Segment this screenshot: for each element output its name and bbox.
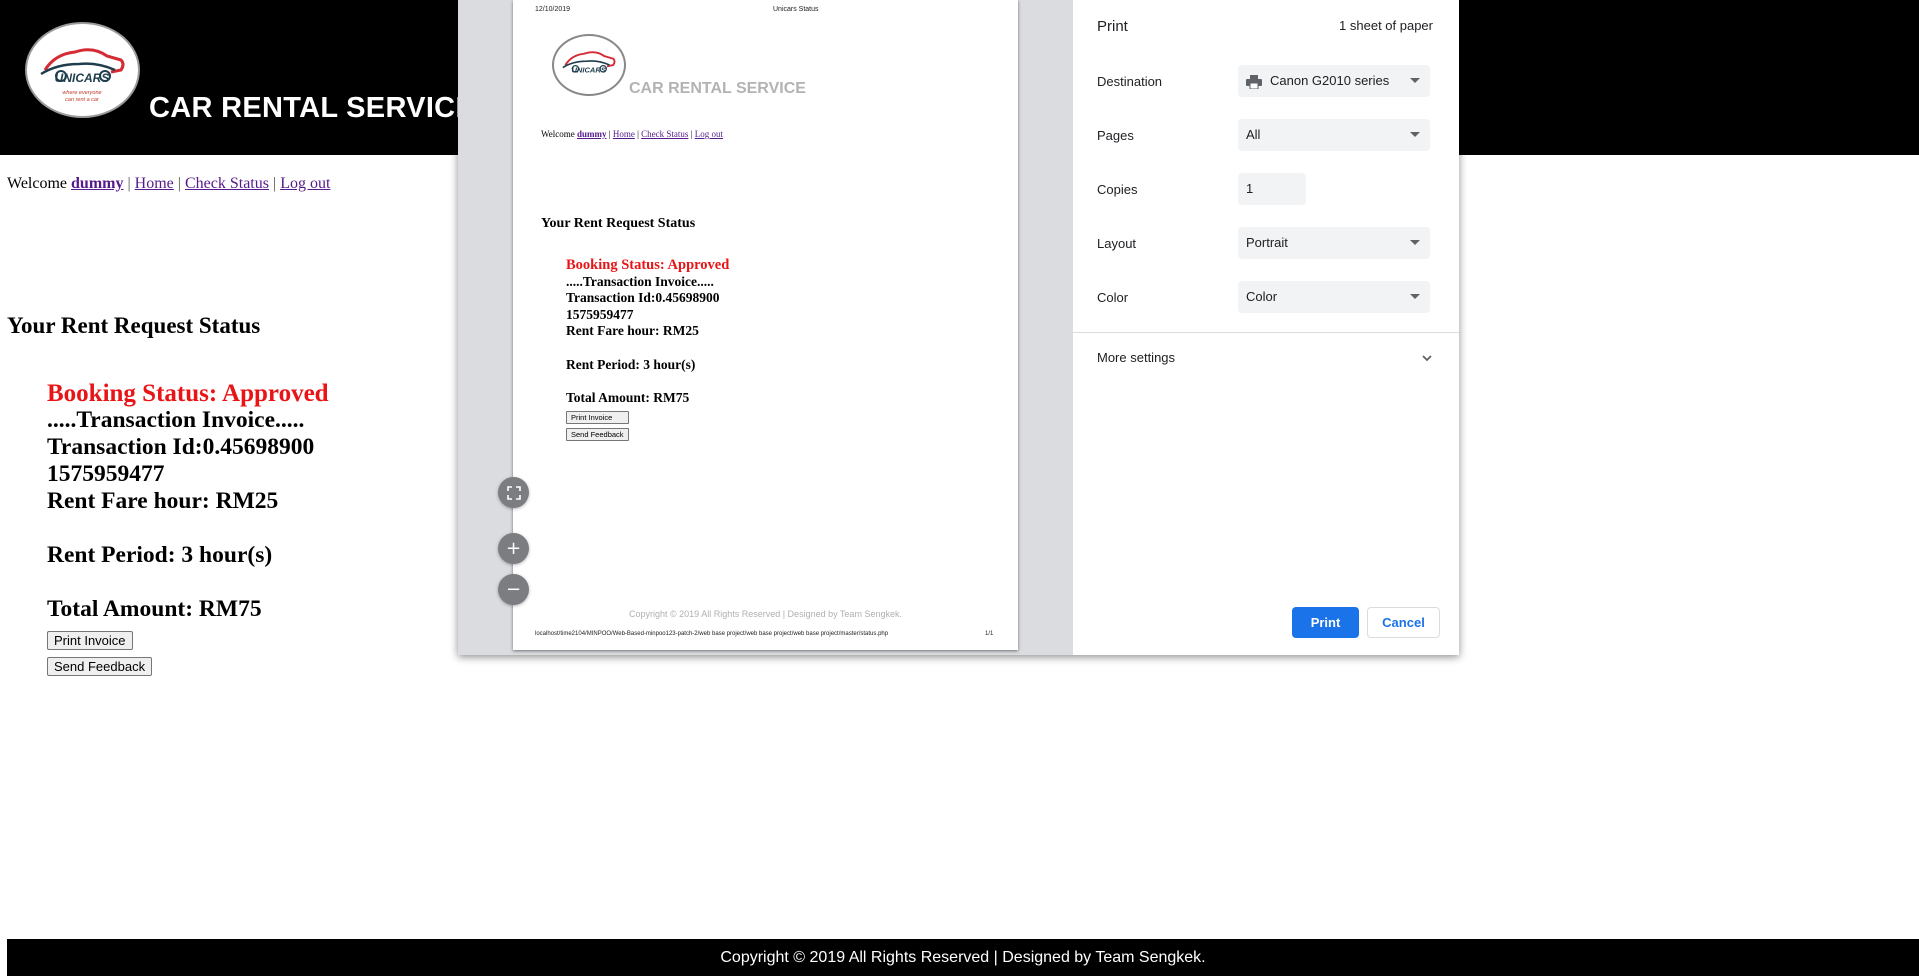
print-dialog: 12/10/2019 Unicars Status UNICARS CAR RE… xyxy=(458,0,1459,655)
invoice-actions: Print Invoice Send Feedback xyxy=(47,631,153,683)
chevron-down-icon xyxy=(1410,240,1420,245)
destination-label: Destination xyxy=(1097,74,1163,89)
print-button[interactable]: Print xyxy=(1292,607,1359,638)
nav-separator: | xyxy=(272,175,277,192)
print-invoice-button[interactable]: Print Invoice xyxy=(47,631,133,650)
color-value: Color xyxy=(1246,289,1278,304)
destination-value: Canon G2010 series xyxy=(1270,73,1390,88)
preview-invoice-title: .....Transaction Invoice..... xyxy=(566,273,714,289)
print-preview-area: 12/10/2019 Unicars Status UNICARS CAR RE… xyxy=(458,0,1073,655)
preview-rent-period: Rent Period: 3 hour(s) xyxy=(566,356,696,372)
preview-sep: | xyxy=(690,129,693,139)
preview-nav: Welcome dummy | Home | Check Status | Lo… xyxy=(541,129,723,139)
preview-heading: Your Rent Request Status xyxy=(541,216,696,231)
svg-text:UNICARS: UNICARS xyxy=(55,71,110,85)
preview-logout-link: Log out xyxy=(694,129,723,139)
preview-check-status-link: Check Status xyxy=(641,129,689,139)
preview-page: 12/10/2019 Unicars Status UNICARS CAR RE… xyxy=(513,0,1018,650)
rent-period: Rent Period: 3 hour(s) xyxy=(47,542,273,568)
copies-value: 1 xyxy=(1246,181,1254,196)
preview-send-feedback-button: Send Feedback xyxy=(566,428,629,441)
layout-label: Layout xyxy=(1097,236,1137,251)
preview-total-amount: Total Amount: RM75 xyxy=(566,390,690,405)
divider xyxy=(1073,332,1459,333)
pages-label: Pages xyxy=(1097,128,1134,143)
unicars-logo: UNICARS where everyone can rent a car xyxy=(25,22,140,118)
printer-icon xyxy=(1246,74,1262,89)
preview-transaction-id: Transaction Id:0.45698900 xyxy=(566,290,720,305)
preview-page-number: 1/1 xyxy=(985,631,994,637)
rent-fare: Rent Fare hour: RM25 xyxy=(47,488,279,514)
preview-print-invoice-button: Print Invoice xyxy=(566,411,629,424)
svg-text:UNICARS: UNICARS xyxy=(571,66,605,75)
nav-bar: Welcome dummy | Home | Check Status | Lo… xyxy=(7,175,330,193)
svg-text:where everyone: where everyone xyxy=(62,90,101,96)
color-label: Color xyxy=(1097,290,1129,305)
chevron-down-icon xyxy=(1410,78,1420,83)
send-feedback-button[interactable]: Send Feedback xyxy=(47,657,153,676)
layout-select[interactable]: Portrait xyxy=(1238,227,1430,259)
preview-footer: Copyright © 2019 All Rights Reserved | D… xyxy=(629,609,902,619)
cancel-button[interactable]: Cancel xyxy=(1367,607,1440,638)
preview-sep: | xyxy=(637,129,639,139)
preview-invoice: Booking Status: Approved .....Transactio… xyxy=(566,257,729,407)
home-link[interactable]: Home xyxy=(135,175,174,192)
preview-site-title: CAR RENTAL SERVICE xyxy=(629,80,806,97)
welcome-text: Welcome xyxy=(7,175,68,192)
copies-label: Copies xyxy=(1097,182,1138,197)
invoice-block: Booking Status: Approved .....Transactio… xyxy=(47,380,329,623)
zoom-out-icon[interactable]: − xyxy=(498,574,529,605)
preview-date: 12/10/2019 xyxy=(535,6,571,13)
copies-input[interactable]: 1 xyxy=(1238,173,1306,205)
nav-separator: | xyxy=(127,175,131,192)
sheet-count: 1 sheet of paper xyxy=(1339,18,1433,33)
chevron-down-icon xyxy=(1410,132,1420,137)
check-status-link[interactable]: Check Status xyxy=(185,175,269,192)
nav-separator: | xyxy=(177,175,181,192)
preview-logo: UNICARS xyxy=(552,34,626,96)
print-settings-panel: Print 1 sheet of paper Destination Canon… xyxy=(1073,0,1459,655)
layout-value: Portrait xyxy=(1246,235,1288,250)
total-amount: Total Amount: RM75 xyxy=(47,596,262,622)
transaction-id: Transaction Id:0.45698900 xyxy=(47,434,315,460)
pages-value: All xyxy=(1246,127,1261,142)
preview-rent-fare: Rent Fare hour: RM25 xyxy=(566,323,699,338)
logout-link[interactable]: Log out xyxy=(280,175,330,192)
preview-transaction-id-cont: 1575959477 xyxy=(566,306,634,322)
site-title: CAR RENTAL SERVICE xyxy=(149,92,476,124)
print-dialog-title: Print xyxy=(1097,18,1128,35)
page-title: Your Rent Request Status xyxy=(7,313,261,338)
chevron-down-icon[interactable] xyxy=(1419,350,1435,366)
preview-welcome: Welcome xyxy=(541,129,575,139)
preview-buttons: Print Invoice Send Feedback xyxy=(566,411,629,445)
svg-text:can rent a car: can rent a car xyxy=(65,97,100,103)
more-settings-toggle[interactable]: More settings xyxy=(1097,350,1175,365)
preview-booking-status: Booking Status: Approved xyxy=(566,257,730,273)
chevron-down-icon xyxy=(1410,294,1420,299)
user-link[interactable]: dummy xyxy=(71,175,123,192)
transaction-id-cont: 1575959477 xyxy=(47,461,165,487)
invoice-title: .....Transaction Invoice..... xyxy=(47,407,305,433)
preview-user-link: dummy xyxy=(577,129,607,139)
pages-select[interactable]: All xyxy=(1238,119,1430,151)
preview-home-link: Home xyxy=(612,129,635,139)
preview-page-title: Unicars Status xyxy=(773,6,819,13)
destination-select[interactable]: Canon G2010 series xyxy=(1238,65,1430,97)
zoom-in-icon[interactable]: + xyxy=(498,533,529,564)
preview-sep: | xyxy=(608,129,611,139)
site-footer: Copyright © 2019 All Rights Reserved | D… xyxy=(7,939,1919,976)
booking-status: Booking Status: Approved xyxy=(47,380,329,407)
fit-to-page-icon[interactable] xyxy=(498,477,529,508)
preview-url: localhost/time2104/MINPOO/Web-Based-minp… xyxy=(535,631,889,637)
color-select[interactable]: Color xyxy=(1238,281,1430,313)
